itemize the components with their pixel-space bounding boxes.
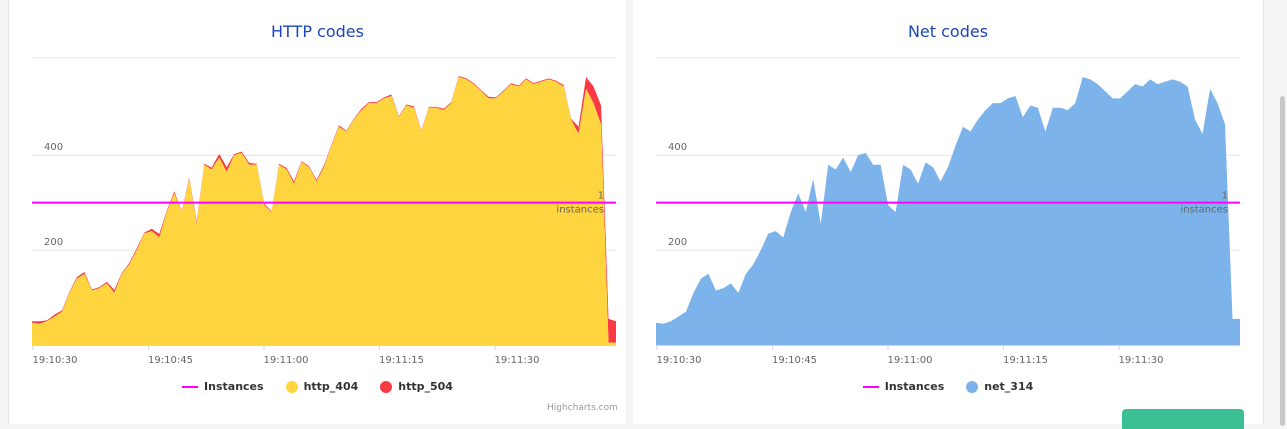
- legend-label: Instances: [884, 380, 945, 393]
- page-scrollbar[interactable]: [1280, 96, 1285, 426]
- instances-unit-label: instances: [1180, 205, 1228, 216]
- net-codes-chart: 200 400 1 instances 19:10:30 19:10:45 19:11:00…: [656, 57, 1240, 366]
- instances-line-symbol: [862, 385, 879, 388]
- legend-item-http-404[interactable]: http_404: [285, 380, 359, 393]
- http-504-dot-symbol: [380, 380, 393, 393]
- instances-axis-label: 1: [598, 191, 604, 202]
- x-tick-label: 19:10:30: [33, 355, 78, 366]
- instances-axis-label: 1: [1222, 191, 1228, 202]
- http-codes-chart: 200 400 1 instances 19:10:30 19:10:45 19:11:00…: [32, 57, 616, 366]
- instances-unit-label: instances: [556, 205, 604, 216]
- net-314-dot-symbol: [966, 380, 979, 393]
- y-tick-label: 200: [44, 237, 63, 248]
- credits-bottom[interactable]: Highcharts.com: [547, 403, 618, 413]
- legend-label: net_314: [984, 380, 1034, 393]
- series-area-http-404: [32, 76, 616, 345]
- feedback-widget[interactable]: [1122, 409, 1244, 429]
- legend-label: http_404: [303, 380, 359, 393]
- instances-line-symbol: [182, 385, 199, 388]
- x-tick-label: 19:11:00: [264, 355, 309, 366]
- x-tick-label: 19:10:45: [148, 355, 193, 366]
- x-tick-label: 19:11:00: [888, 355, 933, 366]
- x-tick-label: 19:11:15: [379, 355, 424, 366]
- legend-item-net-314[interactable]: net_314: [966, 380, 1033, 393]
- x-tick-label: 19:11:30: [1119, 355, 1164, 366]
- legend-label: http_504: [398, 380, 453, 393]
- x-tick-label: 19:11:15: [1003, 355, 1048, 366]
- legend-item-instances[interactable]: Instances: [862, 380, 945, 393]
- http-codes-panel: Highcharts.com HTTP codes 2004001instanc…: [8, 0, 627, 424]
- y-tick-label: 400: [668, 142, 687, 153]
- http-404-dot-symbol: [285, 380, 298, 393]
- x-tick-label: 19:10:45: [772, 355, 817, 366]
- legend-item-http-504[interactable]: http_504: [380, 380, 453, 393]
- series-area-net-314: [656, 76, 1240, 345]
- y-tick-label: 200: [668, 237, 687, 248]
- legend-item-instances[interactable]: Instances: [182, 380, 264, 393]
- legend-label: Instances: [204, 380, 264, 393]
- legend-net: Instances net_314: [633, 380, 1263, 393]
- x-tick-label: 19:11:30: [495, 355, 540, 366]
- y-tick-label: 400: [44, 142, 63, 153]
- x-tick-label: 19:10:30: [657, 355, 702, 366]
- net-codes-panel: Highcharts.com Net codes 2004001instance…: [633, 0, 1264, 424]
- legend-http: Instances http_404 http_504: [9, 380, 626, 393]
